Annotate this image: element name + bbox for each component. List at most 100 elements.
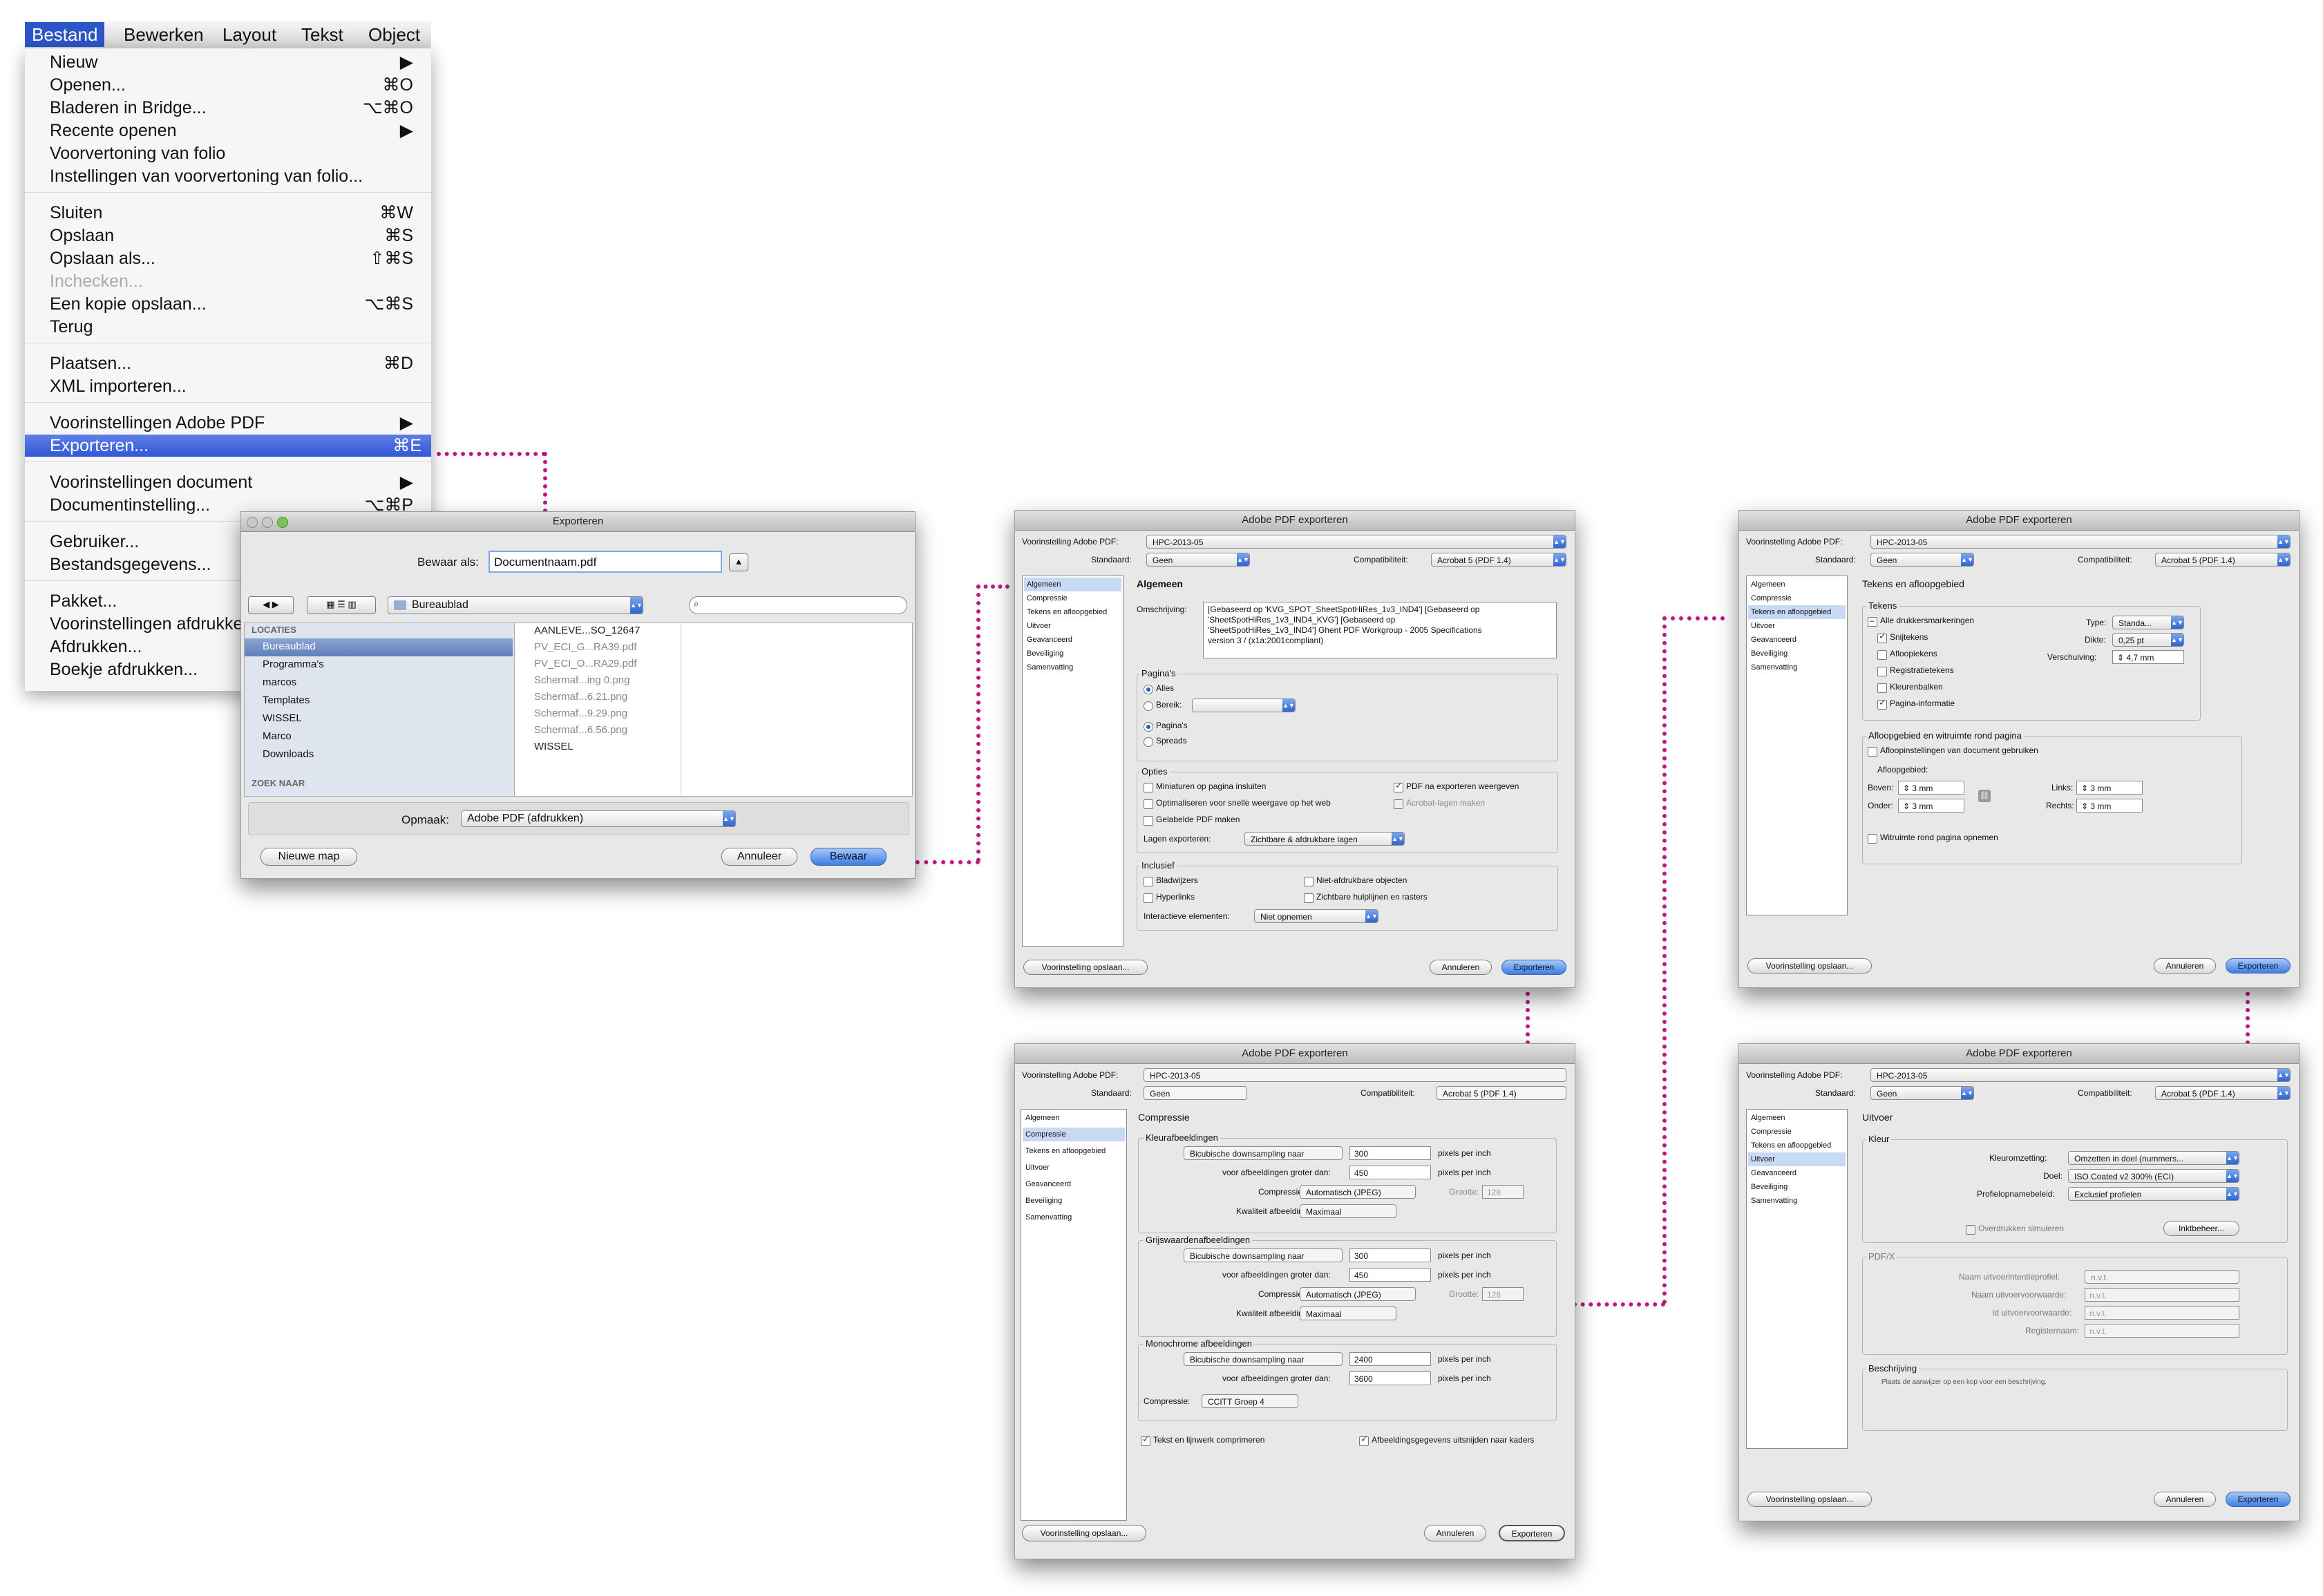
sidebar-item-tekens[interactable]: Tekens en afloopgebied <box>1748 1139 1846 1152</box>
preset-popup[interactable]: HPC-2013-05 ▲▼ <box>1870 1068 2291 1082</box>
cancel-button[interactable]: Annuleren <box>2154 958 2216 973</box>
color-quality-popup[interactable]: Maximaal <box>1300 1204 1396 1218</box>
minimize-icon[interactable] <box>262 517 273 528</box>
standard-popup[interactable]: Geen ▲▼ <box>1870 553 1974 567</box>
top-field[interactable]: ⇕ 3 mm <box>1898 781 1964 795</box>
sidebar-item-wissel[interactable]: WISSEL <box>263 712 302 724</box>
left-field[interactable]: ⇕ 3 mm <box>2076 781 2143 795</box>
right-field[interactable]: ⇕ 3 mm <box>2076 799 2143 813</box>
file-item[interactable]: Schermaf...9.29.png <box>534 707 627 719</box>
sidebar-item-compressie[interactable]: Compressie <box>1748 1125 1846 1139</box>
color-above-field[interactable]: 450 <box>1349 1166 1431 1179</box>
back-forward-buttons[interactable]: ◀ ▶ <box>248 596 294 614</box>
gray-compression-popup[interactable]: Automatisch (JPEG) <box>1300 1287 1416 1301</box>
interactive-popup[interactable]: Niet opnemen ▲▼ <box>1254 909 1378 923</box>
cancel-button[interactable]: Annuleer <box>721 848 797 866</box>
menu-item-exporteren[interactable]: Exporteren... ⌘E <box>25 435 431 457</box>
save-preset-button[interactable]: Voorinstelling opslaan... <box>1747 1492 1872 1507</box>
sidebar-item-tekens[interactable]: Tekens en afloopgebied <box>1748 605 1846 619</box>
file-item[interactable]: PV_ECI_O...RA29.pdf <box>534 658 636 669</box>
mono-resolution-field[interactable]: 2400 <box>1349 1352 1431 1366</box>
checkbox-all-marks[interactable]: – <box>1868 616 1877 627</box>
export-button[interactable]: Exporteren <box>2226 958 2291 973</box>
conversion-popup[interactable]: Omzetten in doel (nummers... ▲▼ <box>2068 1151 2239 1165</box>
menu-layout[interactable]: Layout <box>222 22 276 47</box>
checkbox-bleed-marks[interactable] <box>1877 650 1887 660</box>
compat-popup[interactable]: Acrobat 5 (PDF 1.4) <box>1437 1086 1566 1100</box>
file-item[interactable]: PV_ECI_G...RA39.pdf <box>534 641 636 653</box>
gray-resample-popup[interactable]: Bicubische downsampling naar <box>1184 1248 1343 1262</box>
save-preset-button[interactable]: Voorinstelling opslaan... <box>1023 960 1148 975</box>
menu-item-recent[interactable]: Recente openen ▶ <box>50 120 423 142</box>
link-icon[interactable]: ⛓ <box>1978 790 1991 802</box>
menu-item-plaatsen[interactable]: Plaatsen... ⌘D <box>50 352 423 374</box>
export-button[interactable]: Exporteren <box>1501 960 1566 975</box>
sidebar-item-downloads[interactable]: Downloads <box>263 748 314 760</box>
checkbox-tagged[interactable] <box>1144 816 1153 826</box>
standard-popup[interactable]: Geen ▲▼ <box>1870 1086 1974 1100</box>
policy-popup[interactable]: Exclusief profielen ▲▼ <box>2068 1187 2239 1201</box>
sidebar-item-algemeen[interactable]: Algemeen <box>1748 578 1846 591</box>
sidebar-item-beveiliging[interactable]: Beveiliging <box>1023 1194 1125 1208</box>
file-item[interactable]: AANLEVE...SO_12647 <box>534 625 640 636</box>
checkbox-nonprinting[interactable] <box>1304 877 1314 886</box>
compat-popup[interactable]: Acrobat 5 (PDF 1.4) ▲▼ <box>2155 1086 2291 1100</box>
sidebar-item-bureaublad[interactable]: Bureaublad <box>263 640 316 652</box>
sidebar-item-samenvatting[interactable]: Samenvatting <box>1748 1194 1846 1208</box>
sidebar-item-uitvoer[interactable]: Uitvoer <box>1023 1161 1125 1175</box>
menu-bewerken[interactable]: Bewerken <box>124 22 204 47</box>
checkbox-registration[interactable] <box>1877 667 1887 676</box>
checkbox-crop-marks[interactable] <box>1877 631 1887 643</box>
menu-object[interactable]: Object <box>368 22 420 47</box>
menu-item-bridge[interactable]: Bladeren in Bridge... ⌥⌘O <box>50 97 423 119</box>
cancel-button[interactable]: Annuleren <box>1430 960 1492 975</box>
sidebar-item-samenvatting[interactable]: Samenvatting <box>1023 1210 1125 1224</box>
menu-item-opslaan-als[interactable]: Opslaan als... ⇧⌘S <box>50 247 423 269</box>
menu-bestand[interactable]: Bestand <box>25 22 105 47</box>
save-button[interactable]: Bewaar <box>810 848 886 866</box>
sidebar-item-beveiliging[interactable]: Beveiliging <box>1024 647 1121 661</box>
checkbox-acrobat-layers[interactable] <box>1394 799 1403 809</box>
sidebar-item-marco[interactable]: Marco <box>263 730 292 742</box>
preset-popup[interactable]: HPC-2013-05 ▲▼ <box>1870 535 2291 549</box>
location-popup[interactable]: Bureaublad ▲▼ <box>388 596 643 614</box>
sidebar-item-compressie[interactable]: Compressie <box>1748 591 1846 605</box>
mono-compression-popup[interactable]: CCITT Groep 4 <box>1202 1394 1298 1408</box>
cancel-button[interactable]: Annuleren <box>2154 1492 2216 1507</box>
preset-popup[interactable]: HPC-2013-05 <box>1144 1068 1566 1082</box>
sidebar-item-tekens[interactable]: Tekens en afloopgebied <box>1024 605 1121 619</box>
bottom-field[interactable]: ⇕ 3 mm <box>1898 799 1964 813</box>
sidebar-item-geavanceerd[interactable]: Geavanceerd <box>1024 633 1121 647</box>
menu-tekst[interactable]: Tekst <box>301 22 343 47</box>
checkbox-view-after[interactable] <box>1394 780 1403 792</box>
compat-popup[interactable]: Acrobat 5 (PDF 1.4) ▲▼ <box>1431 553 1566 567</box>
sidebar-item-programmas[interactable]: Programma's <box>263 658 324 670</box>
color-resample-popup[interactable]: Bicubische downsampling naar <box>1184 1146 1343 1160</box>
ink-manager-button[interactable]: Inktbeheer... <box>2163 1221 2239 1236</box>
checkbox-color-bars[interactable] <box>1877 683 1887 693</box>
sidebar-item-beveiliging[interactable]: Beveiliging <box>1748 647 1846 661</box>
sidebar-item-algemeen[interactable]: Algemeen <box>1023 1111 1125 1125</box>
radio-spreads[interactable] <box>1144 737 1153 747</box>
standard-popup[interactable]: Geen ▲▼ <box>1146 553 1250 567</box>
mono-resample-popup[interactable]: Bicubische downsampling naar <box>1184 1352 1343 1366</box>
sidebar-item-samenvatting[interactable]: Samenvatting <box>1024 661 1121 674</box>
color-resolution-field[interactable]: 300 <box>1349 1146 1431 1160</box>
preset-popup[interactable]: HPC-2013-05 ▲▼ <box>1146 535 1566 549</box>
color-compression-popup[interactable]: Automatisch (JPEG) <box>1300 1185 1416 1199</box>
radio-all[interactable] <box>1144 685 1153 694</box>
zoom-icon[interactable] <box>277 517 288 528</box>
gray-quality-popup[interactable]: Maximaal <box>1300 1307 1396 1320</box>
offset-field[interactable]: ⇕ 4,7 mm <box>2112 650 2184 664</box>
menu-item-kopie-opslaan[interactable]: Een kopie opslaan... ⌥⌘S <box>50 293 423 315</box>
sidebar-item-beveiliging[interactable]: Beveiliging <box>1748 1180 1846 1194</box>
gray-resolution-field[interactable]: 300 <box>1349 1248 1431 1262</box>
radio-range[interactable] <box>1144 701 1153 711</box>
view-mode-buttons[interactable]: ▦ ☰ ▥ <box>307 596 376 614</box>
standard-popup[interactable]: Geen <box>1144 1086 1247 1100</box>
sidebar-item-uitvoer[interactable]: Uitvoer <box>1024 619 1121 633</box>
checkbox-guides[interactable] <box>1304 893 1314 903</box>
menu-item-pdf-presets[interactable]: Voorinstellingen Adobe PDF ▶ <box>50 412 423 434</box>
sidebar-item-uitvoer[interactable]: Uitvoer <box>1748 619 1846 633</box>
checkbox-compress-text[interactable] <box>1141 1434 1150 1446</box>
